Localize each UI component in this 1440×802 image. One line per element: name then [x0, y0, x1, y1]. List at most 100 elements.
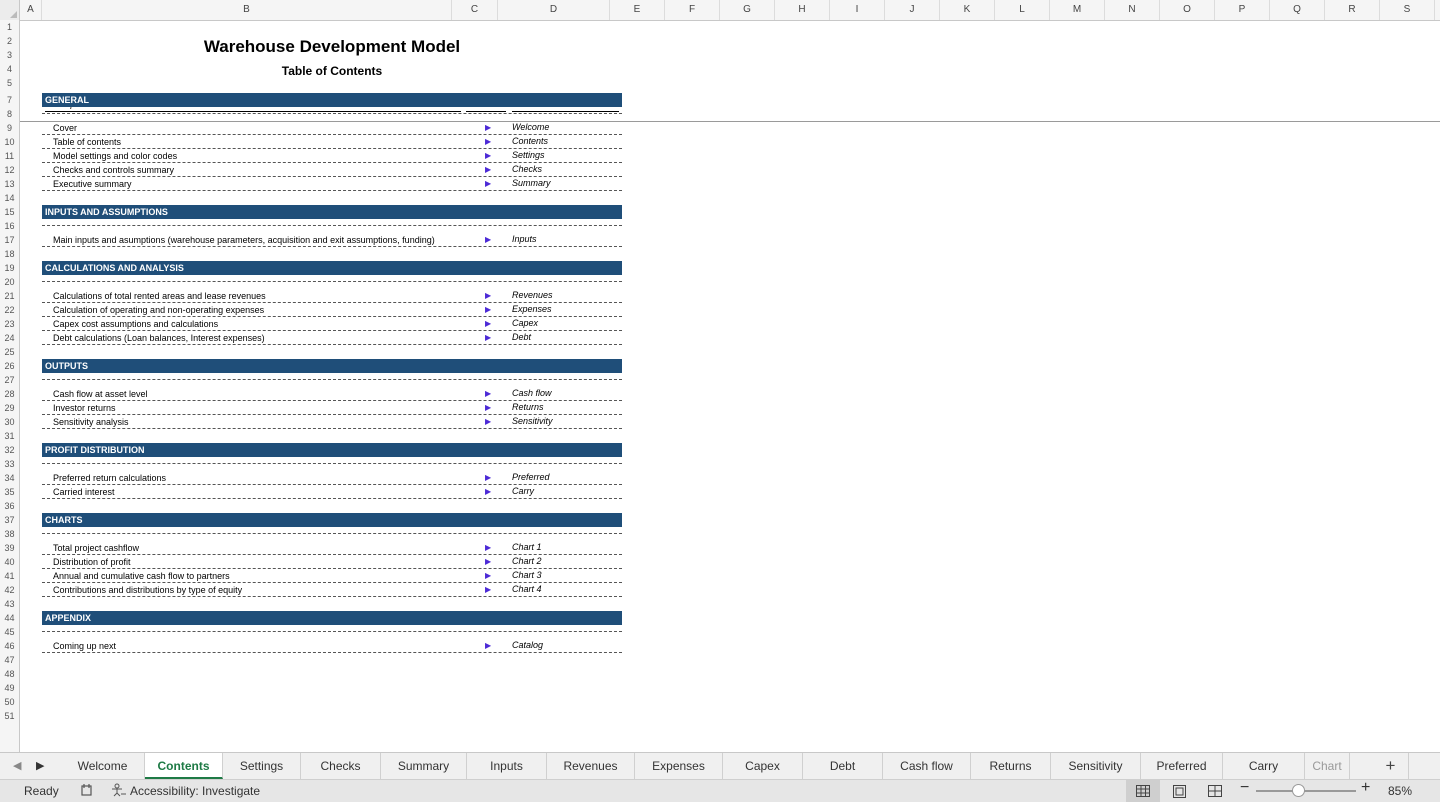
sheet-name-link[interactable]: Inputs [512, 233, 537, 245]
sheet-tab-returns[interactable]: Returns [971, 753, 1051, 779]
sheet-tab-carry[interactable]: Carry [1223, 753, 1305, 779]
row-header-2[interactable]: 2 [0, 34, 19, 48]
column-header-e[interactable]: E [610, 0, 665, 20]
scroll-tabs-right-icon[interactable]: ▶ [36, 759, 44, 772]
zoom-slider-handle[interactable] [1292, 784, 1305, 797]
row-header-23[interactable]: 23 [0, 317, 19, 331]
sheet-name-link[interactable]: Chart 2 [512, 555, 542, 567]
row-header-15[interactable]: 15 [0, 205, 19, 219]
row-header-36[interactable]: 36 [0, 499, 19, 513]
row-header-31[interactable]: 31 [0, 429, 19, 443]
link-arrow-icon[interactable]: ▶ [485, 318, 491, 330]
row-header-34[interactable]: 34 [0, 471, 19, 485]
link-arrow-icon[interactable]: ▶ [485, 304, 491, 316]
page-break-view-button[interactable] [1198, 780, 1232, 802]
link-arrow-icon[interactable]: ▶ [485, 542, 491, 554]
row-header-22[interactable]: 22 [0, 303, 19, 317]
sheet-name-link[interactable]: Catalog [512, 639, 543, 651]
column-header-k[interactable]: K [940, 0, 995, 20]
zoom-level[interactable]: 85% [1388, 784, 1412, 798]
sheet-name-link[interactable]: Debt [512, 331, 531, 343]
row-header-44[interactable]: 44 [0, 611, 19, 625]
row-header-20[interactable]: 20 [0, 275, 19, 289]
accessibility-status[interactable]: Accessibility: Investigate [130, 784, 260, 798]
row-header-21[interactable]: 21 [0, 289, 19, 303]
column-header-j[interactable]: J [885, 0, 940, 20]
sheet-name-link[interactable]: Contents [512, 135, 548, 147]
sheet-name-link[interactable]: Chart 3 [512, 569, 542, 581]
accessibility-icon[interactable] [111, 783, 127, 800]
macro-record-icon[interactable] [80, 783, 94, 800]
sheet-name-link[interactable]: Welcome [512, 121, 549, 133]
normal-view-button[interactable] [1126, 780, 1160, 802]
link-arrow-icon[interactable]: ▶ [485, 472, 491, 484]
sheet-name-link[interactable]: Cash flow [512, 387, 552, 399]
link-arrow-icon[interactable]: ▶ [485, 556, 491, 568]
sheet-name-link[interactable]: Settings [512, 149, 545, 161]
link-arrow-icon[interactable]: ▶ [485, 584, 491, 596]
row-header-4[interactable]: 4 [0, 62, 19, 76]
row-header-10[interactable]: 10 [0, 135, 19, 149]
sheet-name-link[interactable]: Revenues [512, 289, 553, 301]
link-arrow-icon[interactable]: ▶ [485, 164, 491, 176]
row-header-24[interactable]: 24 [0, 331, 19, 345]
row-header-33[interactable]: 33 [0, 457, 19, 471]
link-arrow-icon[interactable]: ▶ [485, 332, 491, 344]
row-header-38[interactable]: 38 [0, 527, 19, 541]
sheet-tab-welcome[interactable]: Welcome [61, 753, 145, 779]
column-header-d[interactable]: D [498, 0, 610, 20]
sheet-tab-preferred[interactable]: Preferred [1141, 753, 1223, 779]
row-header-27[interactable]: 27 [0, 373, 19, 387]
row-header-42[interactable]: 42 [0, 583, 19, 597]
column-header-m[interactable]: M [1050, 0, 1105, 20]
column-header-p[interactable]: P [1215, 0, 1270, 20]
column-header-n[interactable]: N [1105, 0, 1160, 20]
row-header-17[interactable]: 17 [0, 233, 19, 247]
row-header-45[interactable]: 45 [0, 625, 19, 639]
row-header-26[interactable]: 26 [0, 359, 19, 373]
sheet-name-link[interactable]: Carry [512, 485, 534, 497]
sheet-tab-inputs[interactable]: Inputs [467, 753, 547, 779]
row-header-32[interactable]: 32 [0, 443, 19, 457]
row-header-51[interactable]: 51 [0, 709, 19, 723]
row-header-28[interactable]: 28 [0, 387, 19, 401]
column-header-a[interactable]: A [20, 0, 42, 20]
link-arrow-icon[interactable]: ▶ [485, 150, 491, 162]
link-arrow-icon[interactable]: ▶ [485, 570, 491, 582]
sheet-tab-cash-flow[interactable]: Cash flow [883, 753, 971, 779]
sheet-tab-chart[interactable]: Chart [1305, 753, 1350, 779]
zoom-slider-track[interactable] [1256, 790, 1356, 792]
row-header-49[interactable]: 49 [0, 681, 19, 695]
row-header-40[interactable]: 40 [0, 555, 19, 569]
link-arrow-icon[interactable]: ▶ [485, 136, 491, 148]
link-arrow-icon[interactable]: ▶ [485, 416, 491, 428]
sheet-name-link[interactable]: Summary [512, 177, 551, 189]
column-header-l[interactable]: L [995, 0, 1050, 20]
row-header-19[interactable]: 19 [0, 261, 19, 275]
row-header-47[interactable]: 47 [0, 653, 19, 667]
link-arrow-icon[interactable]: ▶ [485, 178, 491, 190]
row-header-35[interactable]: 35 [0, 485, 19, 499]
row-header-46[interactable]: 46 [0, 639, 19, 653]
row-header-11[interactable]: 11 [0, 149, 19, 163]
sheet-tab-checks[interactable]: Checks [301, 753, 381, 779]
zoom-out-button[interactable]: − [1240, 780, 1249, 796]
sheet-name-link[interactable]: Checks [512, 163, 542, 175]
row-header-25[interactable]: 25 [0, 345, 19, 359]
select-all-corner[interactable] [0, 0, 20, 20]
row-header-43[interactable]: 43 [0, 597, 19, 611]
column-header-o[interactable]: O [1160, 0, 1215, 20]
sheet-name-link[interactable]: Chart 4 [512, 583, 542, 595]
row-header-39[interactable]: 39 [0, 541, 19, 555]
row-header-37[interactable]: 37 [0, 513, 19, 527]
sheet-name-link[interactable]: Chart 1 [512, 541, 542, 553]
sheet-tab-sensitivity[interactable]: Sensitivity [1051, 753, 1141, 779]
link-arrow-icon[interactable]: ▶ [485, 640, 491, 652]
column-header-q[interactable]: Q [1270, 0, 1325, 20]
sheet-name-link[interactable]: Capex [512, 317, 538, 329]
sheet-tab-debt[interactable]: Debt [803, 753, 883, 779]
sheet-tab-contents[interactable]: Contents [145, 753, 223, 779]
row-header-13[interactable]: 13 [0, 177, 19, 191]
zoom-in-button[interactable]: + [1361, 780, 1370, 796]
link-arrow-icon[interactable]: ▶ [485, 402, 491, 414]
